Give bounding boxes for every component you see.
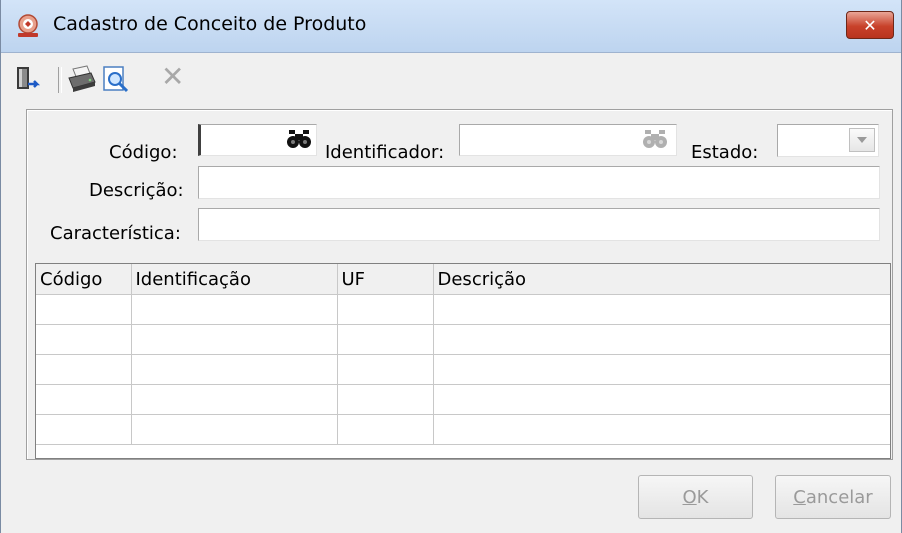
grid-cell[interactable] (337, 384, 434, 415)
column-header-descricao[interactable]: Descrição (433, 264, 890, 295)
results-table: Código Identificação UF Descrição (36, 264, 890, 445)
grid-cell[interactable] (337, 414, 434, 445)
table-row[interactable] (36, 354, 890, 385)
grid-cell[interactable] (131, 414, 338, 445)
exit-icon[interactable] (13, 64, 43, 94)
estado-dropdown-button[interactable] (849, 128, 875, 152)
column-header-identificacao[interactable]: Identificação (131, 264, 338, 295)
grid-header-row: Código Identificação UF Descrição (36, 264, 890, 295)
descricao-input[interactable] (198, 166, 880, 199)
grid-cell[interactable] (36, 384, 132, 415)
grid-cell[interactable] (337, 354, 434, 385)
ok-button-label: K (696, 486, 709, 508)
grid-cell[interactable] (433, 384, 890, 415)
chevron-down-icon (857, 137, 867, 143)
window-title: Cadastro de Conceito de Produto (53, 13, 367, 35)
app-icon (18, 14, 38, 37)
toolbar: ✕ (1, 53, 901, 105)
binoculars-icon[interactable] (286, 128, 312, 150)
estado-label: Estado: (691, 142, 759, 163)
grid-cell[interactable] (337, 294, 434, 325)
close-icon: ✕ (863, 15, 877, 35)
title-bar: Cadastro de Conceito de Produto ✕ (1, 0, 901, 53)
grid-cell[interactable] (337, 324, 434, 355)
ok-button[interactable]: OK (638, 475, 753, 519)
delete-icon[interactable]: ✕ (161, 62, 184, 92)
results-grid[interactable]: Código Identificação UF Descrição (35, 263, 891, 459)
grid-cell[interactable] (131, 354, 338, 385)
caracteristica-input[interactable] (198, 208, 880, 241)
table-row[interactable] (36, 324, 890, 355)
column-header-codigo[interactable]: Código (36, 264, 132, 295)
grid-cell[interactable] (36, 294, 132, 325)
ok-button-mnemonic: O (682, 486, 697, 508)
grid-cell[interactable] (36, 324, 132, 355)
cancel-button-label: ancelar (805, 486, 873, 508)
caracteristica-label: Característica: (50, 223, 181, 244)
toolbar-separator (58, 67, 62, 93)
close-button[interactable]: ✕ (846, 11, 894, 39)
table-row[interactable] (36, 384, 890, 415)
descricao-label: Descrição: (89, 180, 184, 201)
cancel-button-mnemonic: C (793, 486, 806, 508)
identificador-label: Identificador: (325, 142, 445, 163)
grid-cell[interactable] (131, 294, 338, 325)
grid-cell[interactable] (433, 294, 890, 325)
grid-cell[interactable] (433, 354, 890, 385)
cancel-button[interactable]: Cancelar (775, 475, 891, 519)
grid-cell[interactable] (433, 324, 890, 355)
codigo-label: Código: (109, 142, 178, 163)
column-header-uf[interactable]: UF (337, 264, 434, 295)
estado-select[interactable] (777, 124, 879, 157)
grid-cell[interactable] (36, 414, 132, 445)
binoculars-icon-disabled (643, 130, 667, 148)
grid-cell[interactable] (131, 384, 338, 415)
grid-cell[interactable] (131, 324, 338, 355)
window: Cadastro de Conceito de Produto ✕ ✕ Códi… (0, 0, 902, 533)
grid-cell[interactable] (433, 414, 890, 445)
print-preview-icon[interactable] (101, 64, 131, 94)
table-row[interactable] (36, 414, 890, 445)
printer-icon[interactable] (67, 64, 97, 94)
grid-cell[interactable] (36, 354, 132, 385)
table-row[interactable] (36, 294, 890, 325)
